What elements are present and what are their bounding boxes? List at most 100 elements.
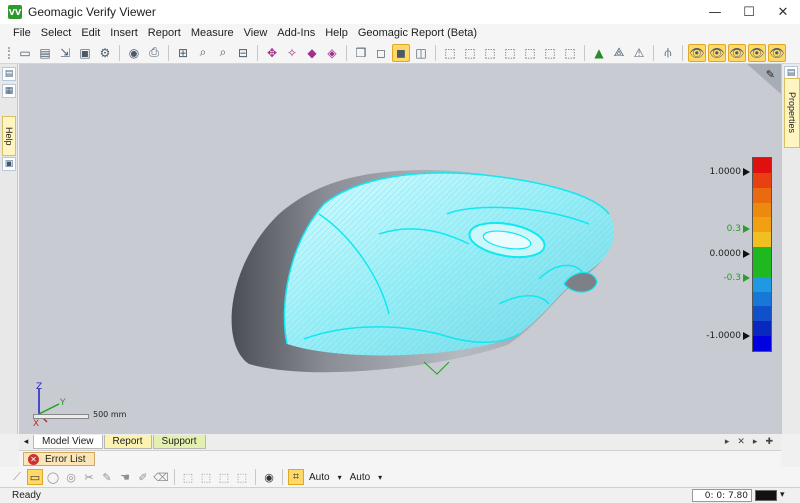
menu-help[interactable]: Help [320,27,353,39]
help-tab[interactable]: Help [2,116,16,156]
main-toolbar: ▭ ▤ ⇲ ▣ ⚙ ◉ ⎙ ⊞ ⌕ ⌕ ⊟ ✥ ✧ ◆ ◈ ❒ ◻ ◼ ◫ ⬚ … [0,42,800,64]
colorbar-segment [753,291,771,307]
show-view2-icon[interactable]: 👁 [708,43,726,62]
ellipse-select-icon[interactable]: ◯ [45,469,61,485]
pan-icon[interactable]: ✥ [263,44,281,62]
select-none-icon[interactable]: ⬚ [216,469,232,485]
hand-select-icon[interactable]: ☚ [117,469,133,485]
show-view5-icon[interactable]: 👁 [768,43,786,62]
axis-triad: Z Y X [33,382,66,429]
menu-insert[interactable]: Insert [105,27,143,39]
auto-dropdown-1[interactable]: Auto [305,472,334,483]
zoom-icon[interactable]: ⌕ [194,44,212,62]
center-icon[interactable]: ◆ [303,44,321,62]
tab-prev-icon[interactable]: ▸ [725,437,730,447]
line-select-icon[interactable]: ⟋ [9,469,25,485]
status-dropdown-icon[interactable]: ▾ [780,489,785,500]
model-manager-icon[interactable]: ▤ [2,67,16,81]
close-button[interactable]: ✕ [766,0,800,24]
color-swatch[interactable] [755,490,777,501]
rotate-icon[interactable]: ✧ [283,44,301,62]
snap-icon[interactable]: ⌗ [288,469,304,485]
triangle-icon[interactable]: ▲ [590,44,608,62]
colorbar-marker-upper[interactable] [743,225,750,233]
view-front-icon[interactable]: ⬚ [441,44,459,62]
export-icon[interactable]: ⇲ [56,44,74,62]
panel-toggle-icon[interactable]: ▣ [2,157,16,171]
lasso-select-icon[interactable]: ✂ [81,469,97,485]
spin-icon[interactable]: ◈ [323,44,341,62]
auto-dropdown-1-chevron-icon[interactable]: ▾ [334,473,346,482]
view-iso2-icon[interactable]: ⬚ [561,44,579,62]
menu-add-ins[interactable]: Add-Ins [272,27,320,39]
menu-measure[interactable]: Measure [186,27,239,39]
view-print-icon[interactable]: ◉ [125,44,143,62]
colorbar-marker-zero[interactable] [743,250,750,258]
tab-support[interactable]: Support [152,435,206,449]
show-view4-icon[interactable]: 👁 [748,43,766,62]
zoom-fit-icon[interactable]: ⊞ [174,44,192,62]
view-bottom-icon[interactable]: ⬚ [541,44,559,62]
coordinate-icon[interactable]: ⫛ [659,44,677,62]
brush-select-icon[interactable]: ✎ [99,469,115,485]
menu-bar: File Select Edit Insert Report Measure V… [0,24,800,42]
circle-select-icon[interactable]: ◎ [63,469,79,485]
invert-select-icon[interactable]: ⬚ [234,469,250,485]
view-shaded-icon[interactable]: ◼ [392,43,410,62]
options-icon[interactable]: ⚙ [96,44,114,62]
colorbar-segment [753,321,771,337]
colorbar-marker-min[interactable] [743,332,750,340]
menu-view[interactable]: View [239,27,273,39]
view-box-icon[interactable]: ◫ [412,44,430,62]
colorbar-label-upper: 0.3 [726,224,741,234]
menu-file[interactable]: File [8,27,36,39]
toolbar-grip[interactable] [8,46,11,59]
view-iso-icon[interactable]: ❒ [352,44,370,62]
print-icon[interactable]: ⎙ [145,44,163,62]
display-icon[interactable]: ▦ [2,84,16,98]
tab-next-icon[interactable]: ▸ [753,437,758,447]
view-top-icon[interactable]: ⬚ [521,44,539,62]
menu-geomagic-report[interactable]: Geomagic Report (Beta) [353,27,482,39]
view-right-icon[interactable]: ⬚ [501,44,519,62]
paint-select-icon[interactable]: ✐ [135,469,151,485]
colorbar-marker-max[interactable] [743,168,750,176]
colorbar-label-zero: 0.0000 [709,249,742,259]
view-left-icon[interactable]: ⬚ [481,44,499,62]
zoom-out-icon[interactable]: ⊟ [234,44,252,62]
erase-select-icon[interactable]: ⌫ [153,469,169,485]
new-file-icon[interactable]: ▭ [16,44,34,62]
select-all-icon[interactable]: ⬚ [180,469,196,485]
tab-scroll-left-icon[interactable]: ◂ [19,437,33,447]
show-view1-icon[interactable]: 👁 [688,43,706,62]
auto-dropdown-2-chevron-icon[interactable]: ▾ [374,473,386,482]
view-wire-icon[interactable]: ◻ [372,44,390,62]
tab-more-icon[interactable]: ✚ [765,437,773,447]
error-list-tab[interactable]: ✕ Error List [23,452,95,466]
tab-model-view[interactable]: Model View [33,435,103,449]
view-back-icon[interactable]: ⬚ [461,44,479,62]
warning-icon[interactable]: ⚠ [630,44,648,62]
colorbar-marker-lower[interactable] [743,274,750,282]
open-file-icon[interactable]: ▤ [36,44,54,62]
auto-dropdown-2[interactable]: Auto [346,472,375,483]
coordinate-readout[interactable]: 0: 0: 7.80 [692,489,752,502]
mesh-icon[interactable]: ⟁ [610,44,628,62]
menu-edit[interactable]: Edit [76,27,105,39]
tab-close-icon[interactable]: ✕ [737,437,745,447]
visibility-icon[interactable]: ◉ [261,469,277,485]
properties-tab[interactable]: Properties [784,78,800,148]
tab-report[interactable]: Report [103,435,152,449]
right-panel-strip: ▤ Properties [781,64,800,434]
menu-report[interactable]: Report [143,27,186,39]
select-through-icon[interactable]: ⬚ [198,469,214,485]
scale-label: 500 mm [93,410,127,419]
save-icon[interactable]: ▣ [76,44,94,62]
menu-select[interactable]: Select [36,27,77,39]
show-view3-icon[interactable]: 👁 [728,43,746,62]
3d-viewport[interactable]: ✎ Z Y X 500 mm 1.0000 0.3 0.0000 -0.3 -1… [19,64,781,434]
rect-select-icon[interactable]: ▭ [27,469,43,485]
zoom-window-icon[interactable]: ⌕ [214,44,232,62]
maximize-button[interactable]: ☐ [732,0,766,24]
minimize-button[interactable]: — [698,0,732,24]
